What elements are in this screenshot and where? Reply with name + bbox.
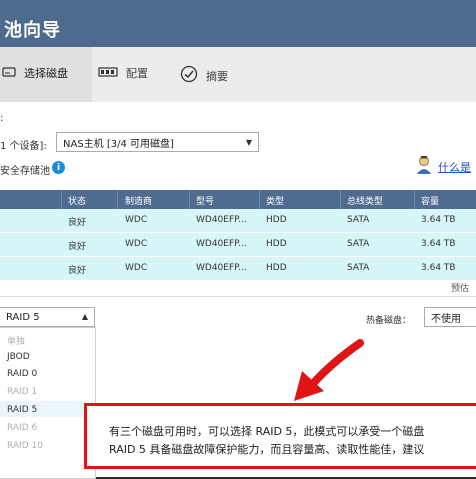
cell-model: WD40EFP...: [196, 215, 247, 225]
raid-option-raid1: RAID 1: [7, 387, 38, 397]
raid-dropdown-list: 单独 JBOD RAID 0 RAID 1 RAID 5 RAID 6 RAID…: [0, 327, 96, 479]
help-avatar-icon[interactable]: [415, 155, 433, 178]
header-separator: [414, 190, 415, 209]
window-title: 池向导: [4, 20, 61, 41]
cell-type: HDD: [266, 239, 287, 249]
disk-icon: [2, 66, 16, 81]
raid-option-raid6: RAID 6: [7, 423, 38, 433]
cell-model: WD40EFP...: [196, 239, 247, 249]
raid-option-single: 单独: [7, 337, 26, 347]
cell-vendor: WDC: [125, 215, 148, 225]
cell-status: 良好: [68, 266, 87, 276]
secure-pool-label: 安全存储池: [0, 166, 50, 177]
step-label-select-disk: 选择磁盘: [24, 67, 68, 80]
table-row[interactable]: 良好 WDC WD40EFP... HDD SATA 3.64 TB: [0, 209, 476, 232]
raid-select-value: RAID 5: [6, 311, 40, 323]
col-type: 类型: [266, 197, 285, 207]
check-circle-icon: [180, 65, 198, 86]
device-select-value: NAS主机 [3/4 可用磁盘]: [63, 138, 174, 150]
spare-disk-label: 热备磁盘：: [366, 316, 412, 326]
raid-option-raid5[interactable]: RAID 5: [7, 405, 37, 415]
cell-capacity: 3.64 TB: [421, 239, 456, 249]
cell-capacity: 3.64 TB: [421, 215, 456, 225]
estimate-note: 预估: [451, 284, 470, 294]
cell-model: WD40EFP...: [196, 263, 247, 273]
step-label-summary: 摘要: [206, 69, 228, 83]
chevron-down-icon: ▼: [245, 138, 252, 147]
device-select-label: 1 个设备]:: [0, 141, 47, 152]
callout-line-2: RAID 5 具备磁盘故障保护能力，而且容量高、读取性能佳，建议: [109, 443, 425, 456]
caret-up-icon: ▲: [81, 312, 88, 321]
device-select[interactable]: NAS主机 [3/4 可用磁盘] ▼: [56, 132, 259, 152]
help-link[interactable]: 什么是: [438, 159, 471, 175]
col-status: 状态: [68, 197, 87, 207]
raid-option-jbod[interactable]: JBOD: [7, 352, 30, 362]
table-row[interactable]: 良好 WDC WD40EFP... HDD SATA 3.64 TB: [0, 233, 476, 256]
cell-bus: SATA: [347, 239, 370, 249]
config-icon: [98, 66, 118, 81]
raid-option-raid10: RAID 10: [7, 441, 43, 451]
cell-type: HDD: [266, 263, 287, 273]
step-summary[interactable]: 摘要: [180, 65, 228, 86]
raid-type-select[interactable]: RAID 5 ▲: [0, 307, 95, 327]
header-separator: [340, 190, 341, 209]
disk-table-header: 状态 制造商 型号 类型 总线类型 容量: [0, 190, 476, 209]
raid-option-raid0[interactable]: RAID 0: [7, 369, 37, 379]
col-vendor: 制造商: [125, 197, 153, 207]
header-separator: [189, 190, 190, 209]
cell-vendor: WDC: [125, 239, 148, 249]
cell-bus: SATA: [347, 215, 370, 225]
col-model: 型号: [196, 197, 215, 207]
wizard-steps: 选择磁盘 配置 摘要: [0, 47, 476, 103]
raid-description-callout: 有三个磁盘可用时，可以选择 RAID 5，此模式可以承受一个磁盘 RAID 5 …: [84, 403, 476, 469]
spare-disk-value: 不使用: [431, 313, 461, 325]
col-bus: 总线类型: [347, 197, 384, 207]
cell-bus: SATA: [347, 263, 370, 273]
header-separator: [117, 190, 118, 209]
info-icon[interactable]: i: [52, 161, 65, 174]
cell-status: 良好: [68, 218, 87, 228]
cell-capacity: 3.64 TB: [421, 263, 456, 273]
table-row[interactable]: 良好 WDC WD40EFP... HDD SATA 3.64 TB: [0, 257, 476, 280]
header-separator: [61, 190, 62, 209]
window-title-bar: 池向导: [0, 0, 476, 47]
callout-line-1: 有三个磁盘可用时，可以选择 RAID 5，此模式可以承受一个磁盘: [109, 425, 425, 438]
step-label-config: 配置: [126, 67, 148, 80]
spare-disk-select[interactable]: 不使用: [424, 307, 476, 327]
step-select-disk[interactable]: 选择磁盘: [2, 65, 68, 81]
colon-label: :: [0, 113, 4, 124]
cell-status: 良好: [68, 242, 87, 252]
cell-vendor: WDC: [125, 263, 148, 273]
cell-type: HDD: [266, 215, 287, 225]
section-divider: [0, 296, 476, 297]
header-separator: [259, 190, 260, 209]
step-config[interactable]: 配置: [98, 65, 148, 81]
col-capacity: 容量: [421, 197, 440, 207]
